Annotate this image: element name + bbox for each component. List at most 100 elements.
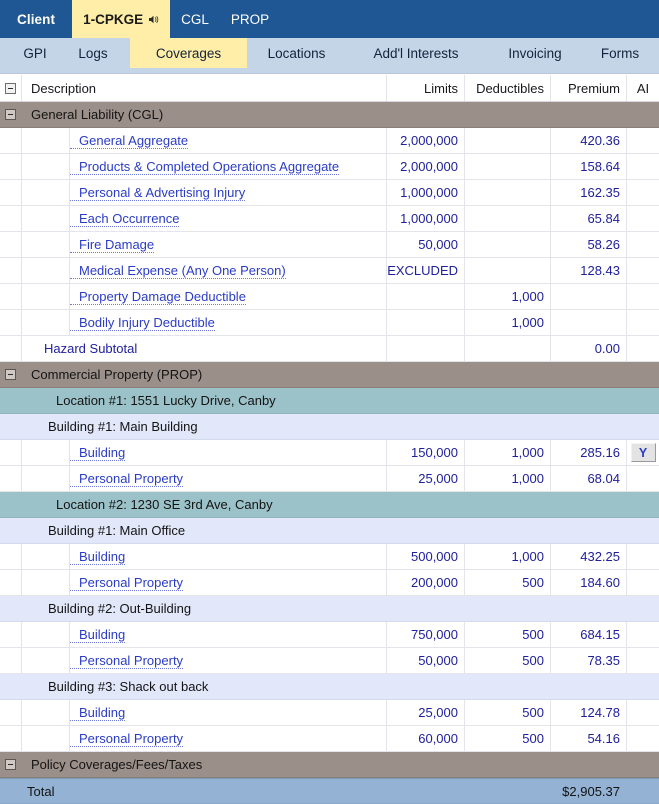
- column-header-description[interactable]: Description: [22, 75, 387, 101]
- table-row[interactable]: Bodily Injury Deductible 1,000: [0, 310, 659, 336]
- cell-description[interactable]: Personal & Advertising Injury: [70, 180, 387, 205]
- collapse-icon[interactable]: [5, 759, 16, 770]
- additional-interest-button[interactable]: Y: [630, 443, 656, 462]
- column-header-limits[interactable]: Limits: [387, 75, 465, 101]
- cell-description[interactable]: Building: [70, 440, 387, 465]
- table-row[interactable]: Each Occurrence 1,000,000 65.84: [0, 206, 659, 232]
- policy-tab-1-cpkge[interactable]: 1-CPKGE: [72, 0, 171, 38]
- coverage-link[interactable]: Each Occurrence: [70, 211, 180, 227]
- tab-gpi[interactable]: GPI: [8, 38, 62, 68]
- cell-premium-value: 0.00: [594, 341, 620, 356]
- loc-row[interactable]: Location #2: 1230 SE 3rd Ave, Canby: [0, 492, 659, 518]
- row-expander-cell[interactable]: [0, 102, 22, 127]
- cell-description[interactable]: Property Damage Deductible: [70, 284, 387, 309]
- header-expander-cell[interactable]: [0, 75, 22, 101]
- cell-description[interactable]: General Aggregate: [70, 128, 387, 153]
- table-row[interactable]: Building 25,000 500 124.78: [0, 700, 659, 726]
- tab-locations[interactable]: Locations: [250, 38, 343, 68]
- table-row[interactable]: Building 500,000 1,000 432.25: [0, 544, 659, 570]
- group-row[interactable]: Commercial Property (PROP): [0, 362, 659, 388]
- cell-description[interactable]: Personal Property: [70, 648, 387, 673]
- coverage-link[interactable]: Medical Expense (Any One Person): [70, 263, 286, 279]
- table-row[interactable]: Fire Damage 50,000 58.26: [0, 232, 659, 258]
- table-row[interactable]: Building 750,000 500 684.15: [0, 622, 659, 648]
- collapse-icon[interactable]: [5, 109, 16, 120]
- bldg-row[interactable]: Building #3: Shack out back: [0, 674, 659, 700]
- coverage-link[interactable]: Fire Damage: [70, 237, 155, 253]
- total-row[interactable]: Total $2,905.37: [0, 778, 659, 804]
- table-row[interactable]: Property Damage Deductible 1,000: [0, 284, 659, 310]
- policy-tab-prop[interactable]: PROP: [220, 0, 280, 38]
- cell-description[interactable]: Personal Property: [70, 570, 387, 595]
- cell-description[interactable]: Medical Expense (Any One Person): [70, 258, 387, 283]
- coverage-link[interactable]: Building: [70, 627, 126, 643]
- table-row[interactable]: Personal & Advertising Injury 1,000,000 16…: [0, 180, 659, 206]
- tab-invoicing[interactable]: Invoicing: [489, 38, 581, 68]
- tab-coverages[interactable]: Coverages: [130, 38, 247, 68]
- tab-logs[interactable]: Logs: [62, 38, 124, 68]
- row-indent-cell: [22, 700, 70, 725]
- coverage-link[interactable]: Property Damage Deductible: [70, 289, 246, 305]
- row-expander-cell: [0, 518, 22, 543]
- cell-description[interactable]: Personal Property: [70, 726, 387, 751]
- cell-description[interactable]: Bodily Injury Deductible: [70, 310, 387, 335]
- row-expander-cell[interactable]: [0, 752, 22, 777]
- cell-ai: [627, 700, 659, 725]
- coverage-link[interactable]: General Aggregate: [70, 133, 189, 149]
- cell-ai[interactable]: Y: [627, 440, 659, 465]
- bldg-row[interactable]: Building #1: Main Office: [0, 518, 659, 544]
- coverage-link[interactable]: Personal Property: [70, 653, 184, 669]
- cell-description[interactable]: Building: [70, 544, 387, 569]
- coverage-link[interactable]: Building: [70, 445, 126, 461]
- table-row[interactable]: Personal Property 25,000 1,000 68.04: [0, 466, 659, 492]
- column-header-deductibles[interactable]: Deductibles: [465, 75, 551, 101]
- table-row[interactable]: Personal Property 200,000 500 184.60: [0, 570, 659, 596]
- table-row[interactable]: General Aggregate 2,000,000 420.36: [0, 128, 659, 154]
- cell-deductibles: 1,000: [465, 544, 551, 569]
- coverage-link[interactable]: Bodily Injury Deductible: [70, 315, 215, 331]
- tab-add-l-interests[interactable]: Add'l Interests: [349, 38, 483, 68]
- cell-premium: 158.64: [551, 154, 627, 179]
- client-tab[interactable]: Client: [0, 0, 72, 38]
- cell-description[interactable]: Building: [70, 700, 387, 725]
- grid-header-row: Description Limits Deductibles Premium A…: [0, 75, 659, 102]
- column-header-ai[interactable]: AI: [627, 75, 659, 101]
- cell-description[interactable]: Fire Damage: [70, 232, 387, 257]
- cell-premium: 58.26: [551, 232, 627, 257]
- coverage-link[interactable]: Personal Property: [70, 575, 184, 591]
- group-row[interactable]: General Liability (CGL): [0, 102, 659, 128]
- cell-deductibles: [465, 779, 551, 803]
- table-row[interactable]: Products & Completed Operations Aggregat…: [0, 154, 659, 180]
- bldg-row[interactable]: Building #2: Out-Building: [0, 596, 659, 622]
- cell-description[interactable]: Building: [70, 622, 387, 647]
- collapse-all-icon[interactable]: [5, 82, 16, 94]
- policy-tab-label: CGL: [181, 11, 209, 27]
- tab-label: Logs: [78, 45, 108, 61]
- table-row[interactable]: Building 150,000 1,000 285.16 Y: [0, 440, 659, 466]
- coverage-link[interactable]: Personal Property: [70, 471, 184, 487]
- subtotal-row[interactable]: Hazard Subtotal 0.00: [0, 336, 659, 362]
- collapse-icon[interactable]: [5, 369, 16, 380]
- tab-forms[interactable]: Forms: [585, 38, 655, 68]
- coverage-link[interactable]: Building: [70, 549, 126, 565]
- column-header-premium[interactable]: Premium: [551, 75, 627, 101]
- cell-description[interactable]: Each Occurrence: [70, 206, 387, 231]
- table-row[interactable]: Personal Property 60,000 500 54.16: [0, 726, 659, 752]
- row-expander-cell: [0, 570, 22, 595]
- coverage-link[interactable]: Personal Property: [70, 731, 184, 747]
- coverage-link[interactable]: Personal & Advertising Injury: [70, 185, 246, 201]
- cell-description[interactable]: Products & Completed Operations Aggregat…: [70, 154, 387, 179]
- row-expander-cell: [0, 779, 22, 803]
- policy-tab-cgl[interactable]: CGL: [170, 0, 220, 38]
- row-expander-cell[interactable]: [0, 362, 22, 387]
- group-row[interactable]: Policy Coverages/Fees/Taxes: [0, 752, 659, 778]
- cell-description[interactable]: Personal Property: [70, 466, 387, 491]
- tab-label: Coverages: [155, 45, 222, 61]
- loc-row[interactable]: Location #1: 1551 Lucky Drive, Canby: [0, 388, 659, 414]
- coverage-link[interactable]: Building: [70, 705, 126, 721]
- coverage-link[interactable]: Products & Completed Operations Aggregat…: [70, 159, 340, 175]
- cell-deductibles: [465, 154, 551, 179]
- table-row[interactable]: Medical Expense (Any One Person) EXCLUDED…: [0, 258, 659, 284]
- bldg-row[interactable]: Building #1: Main Building: [0, 414, 659, 440]
- table-row[interactable]: Personal Property 50,000 500 78.35: [0, 648, 659, 674]
